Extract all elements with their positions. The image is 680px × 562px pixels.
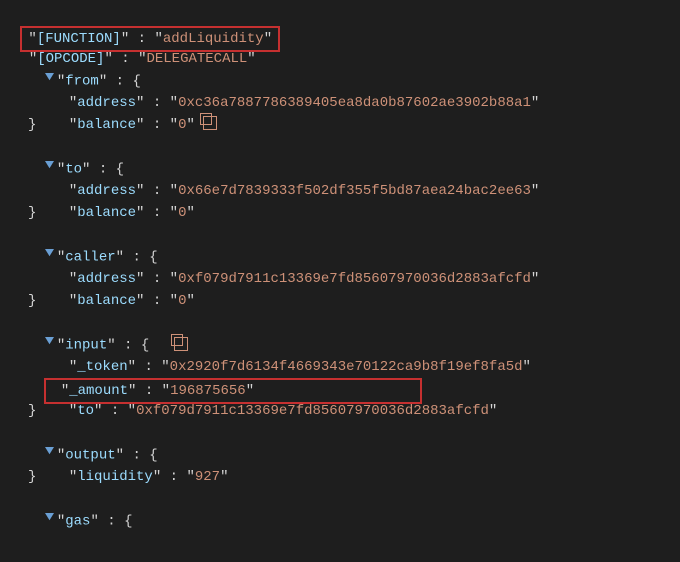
- json-line-input-close: }: [0, 400, 680, 422]
- json-line-input-open: "input" : {: [0, 312, 680, 334]
- json-line-from-close: }: [0, 114, 680, 136]
- toggle-icon[interactable]: [45, 510, 55, 532]
- json-line-from-open: "from" : {: [0, 48, 680, 70]
- json-line-input-to: "to" : "0xf079d7911c13369e7fd85607970036…: [0, 378, 680, 400]
- json-line-caller-open: "caller" : {: [0, 224, 680, 246]
- json-line-caller-close: }: [0, 290, 680, 312]
- json-line-output-open: "output" : {: [0, 422, 680, 444]
- json-line-to-balance: "balance" : "0": [0, 180, 680, 202]
- json-line-input-token: "_token" : "0x2920f7d6134f4669343e70122c…: [0, 334, 680, 356]
- json-line-caller-balance: "balance" : "0": [0, 268, 680, 290]
- json-line-to-address: "address" : "0x66e7d7839333f502df355f5bd…: [0, 158, 680, 180]
- json-line-caller-address: "address" : "0xf079d7911c13369e7fd856079…: [0, 246, 680, 268]
- json-line-function: "[FUNCTION]" : "addLiquidity": [0, 4, 680, 26]
- json-line-opcode: "[OPCODE]" : "DELEGATECALL": [0, 26, 680, 48]
- json-line-from-address: "address" : "0xc36a7887786389405ea8da0b8…: [0, 70, 680, 92]
- json-line-input-amount: "_amount" : "196875656": [0, 356, 680, 378]
- json-line-output-close: }: [0, 466, 680, 488]
- json-line-to-close: }: [0, 202, 680, 224]
- json-line-gas: "gas" : {: [0, 488, 680, 510]
- json-line-output-liquidity: "liquidity" : "927": [0, 444, 680, 466]
- json-line-to-open: "to" : {: [0, 136, 680, 158]
- json-line-from-balance: "balance" : "0": [0, 92, 680, 114]
